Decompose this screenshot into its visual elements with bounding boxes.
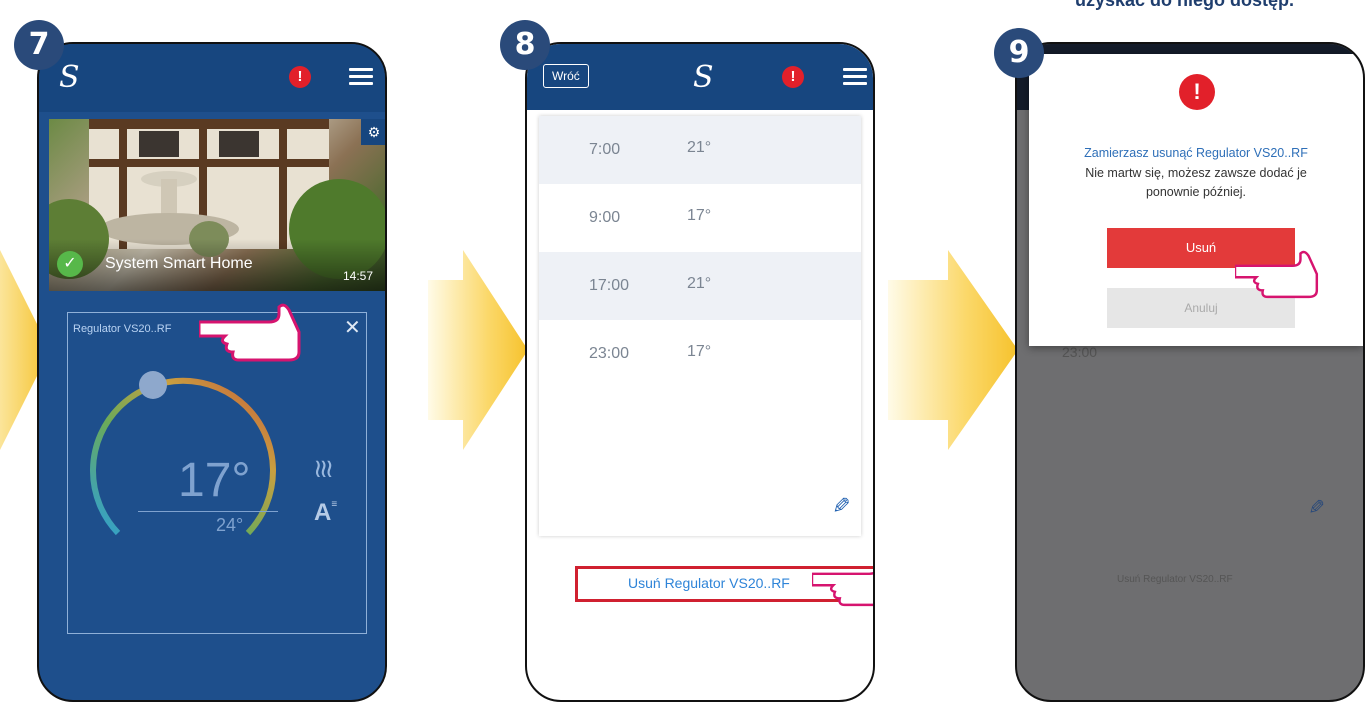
warning-icon: ! [1179,74,1215,110]
alert-icon[interactable]: ! [289,66,311,88]
heat-waves-icon[interactable]: ≀≀≀ [313,453,334,484]
app-logo: S [693,60,714,95]
schedule-time: 7:00 [589,141,621,158]
schedule-row[interactable]: 17:00 21° [539,252,861,321]
step-number: 8 [500,20,550,70]
settings-gear-icon[interactable]: ⚙ [361,119,385,145]
dialog-message-line1: Nie martw się, możesz zawsze dodać je [1085,166,1307,180]
schedule-time: 9:00 [589,209,621,226]
location-tile[interactable]: ⚙ ✓ System Smart Home 14:57 [49,119,385,291]
bg-edit-icon: ✎ [1303,498,1326,515]
back-button[interactable]: Wróć [543,64,589,88]
phone-screen-8: Wróć S ! 7:00 21° 9:00 17° 17:00 21° 23:… [525,42,875,702]
step-number: 7 [14,20,64,70]
set-temperature: 24° [216,515,244,535]
remove-device-label: Usuń Regulator VS20..RF [628,575,790,591]
schedule-row[interactable]: 7:00 21° [539,116,861,185]
app-logo: S [59,60,80,95]
app-header: Wróć S ! [527,44,873,110]
menu-icon[interactable] [843,64,867,89]
schedule-row[interactable]: 23:00 17° [539,320,861,388]
dialog-message-line2: ponownie później. [1145,185,1247,199]
arrow-right-icon [428,250,528,450]
current-temperature: 17° [178,454,251,507]
menu-icon[interactable] [349,64,373,89]
arrow-right-icon [888,250,1018,450]
schedule-time: 23:00 [589,345,630,362]
schedule-temp: 17° [687,207,712,224]
tile-title: System Smart Home [105,255,253,272]
schedule-temp: 17° [687,343,712,360]
close-icon[interactable]: ✕ [344,315,361,340]
auto-mode-icon[interactable]: A≡ [314,499,337,527]
schedule-time: 17:00 [589,277,630,294]
temp-divider [138,511,278,512]
phone-screen-7: S ! ⚙ ✓ System Smart Home 14:57 Regulato [37,42,387,702]
top-caption: uzyskać do niego dostęp. [1075,0,1295,10]
edit-pencil-icon[interactable]: ✎ [827,496,853,514]
step-number: 9 [994,28,1044,78]
bg-remove-link: Usuń Regulator VS20..RF [1117,574,1233,585]
schedule-temp: 21° [687,275,712,292]
online-check-icon: ✓ [57,251,83,277]
app-header: S ! [39,44,385,112]
pointing-hand-icon [812,572,873,607]
schedule-row[interactable]: 9:00 17° [539,184,861,253]
pointing-hand-icon [1235,250,1319,299]
schedule-panel: 7:00 21° 9:00 17° 17:00 21° 23:00 17° ✎ [539,116,861,536]
tile-time: 14:57 [343,269,374,283]
phone-screen-9: 23:00 ✎ Usuń Regulator VS20..RF ! Zamier… [1015,42,1365,702]
dialog-title: Zamierzasz usunąć Regulator VS20..RF [1084,146,1308,160]
pointing-hand-icon [199,303,301,362]
schedule-temp: 21° [687,139,712,156]
alert-icon[interactable]: ! [782,66,804,88]
bg-time: 23:00 [1062,344,1098,360]
widget-title[interactable]: Regulator VS20..RF [73,323,171,335]
